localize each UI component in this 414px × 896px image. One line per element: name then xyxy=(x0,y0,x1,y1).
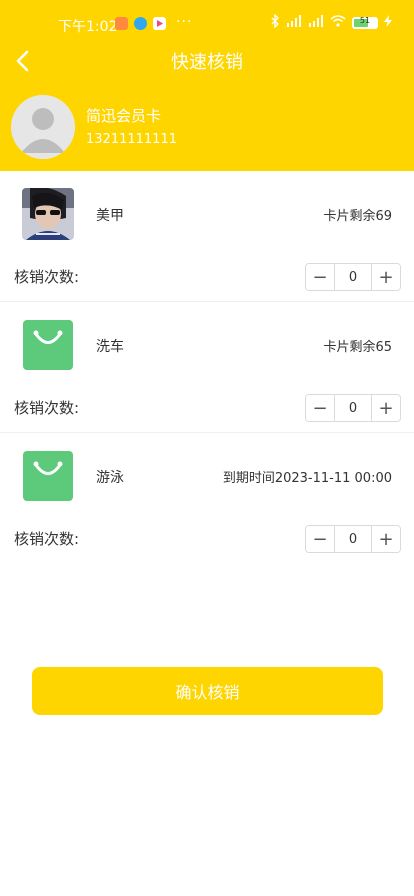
item-name: 洗车 xyxy=(96,339,124,355)
increment-button[interactable]: + xyxy=(372,395,400,421)
charging-icon xyxy=(384,15,392,31)
page-title: 快速核销 xyxy=(171,52,243,73)
count-value[interactable]: 0 xyxy=(334,526,372,552)
status-time: 下午1:02 xyxy=(58,19,118,35)
increment-button[interactable]: + xyxy=(372,526,400,552)
count-label: 核销次数: xyxy=(14,530,80,548)
header-bar: 下午1:02 ··· 51 快速核销 简迅会员卡 13211111111 xyxy=(0,0,414,171)
signal-strength-icon-2 xyxy=(308,15,324,31)
item-remaining: 卡片剩余65 xyxy=(323,340,392,355)
count-value[interactable]: 0 xyxy=(334,395,372,421)
status-bar: 下午1:02 ··· 51 xyxy=(0,0,414,44)
decrement-button[interactable]: − xyxy=(306,395,334,421)
item-photo-thumbnail xyxy=(22,188,74,240)
count-value[interactable]: 0 xyxy=(334,264,372,290)
battery-icon: 51 xyxy=(352,16,378,29)
list-item: 美甲 卡片剩余69 核销次数: − 0 + xyxy=(0,171,414,301)
signal-strength-icon-1 xyxy=(286,15,302,31)
count-label: 核销次数: xyxy=(14,399,80,417)
item-remaining: 卡片剩余69 xyxy=(323,209,392,224)
list-item: 游泳 到期时间2023-11-11 00:00 核销次数: − 0 + xyxy=(0,433,414,563)
member-card-name: 简迅会员卡 xyxy=(86,107,162,125)
shopping-bag-icon xyxy=(22,450,74,502)
item-expiry: 到期时间2023-11-11 00:00 xyxy=(222,471,392,486)
decrement-button[interactable]: − xyxy=(306,264,334,290)
decrement-button[interactable]: − xyxy=(306,526,334,552)
confirm-redeem-button[interactable]: 确认核销 xyxy=(32,667,383,715)
wifi-icon xyxy=(330,15,346,31)
member-phone: 13211111111 xyxy=(86,132,177,147)
list-item: 洗车 卡片剩余65 核销次数: − 0 + xyxy=(0,302,414,432)
more-notifications-indicator: ··· xyxy=(176,14,193,30)
avatar xyxy=(11,95,75,159)
chat-app-icon xyxy=(134,17,147,30)
quantity-stepper: − 0 + xyxy=(305,263,401,291)
default-user-icon xyxy=(11,95,75,159)
shopping-bag-icon xyxy=(22,319,74,371)
item-name: 游泳 xyxy=(96,470,124,486)
status-right-group: 51 xyxy=(270,13,392,32)
quantity-stepper: − 0 + xyxy=(305,394,401,422)
video-app-icon xyxy=(153,17,166,30)
bluetooth-icon xyxy=(270,13,280,32)
quantity-stepper: − 0 + xyxy=(305,525,401,553)
item-name: 美甲 xyxy=(96,208,124,224)
message-app-icon xyxy=(115,17,128,30)
increment-button[interactable]: + xyxy=(372,264,400,290)
count-label: 核销次数: xyxy=(14,268,80,286)
